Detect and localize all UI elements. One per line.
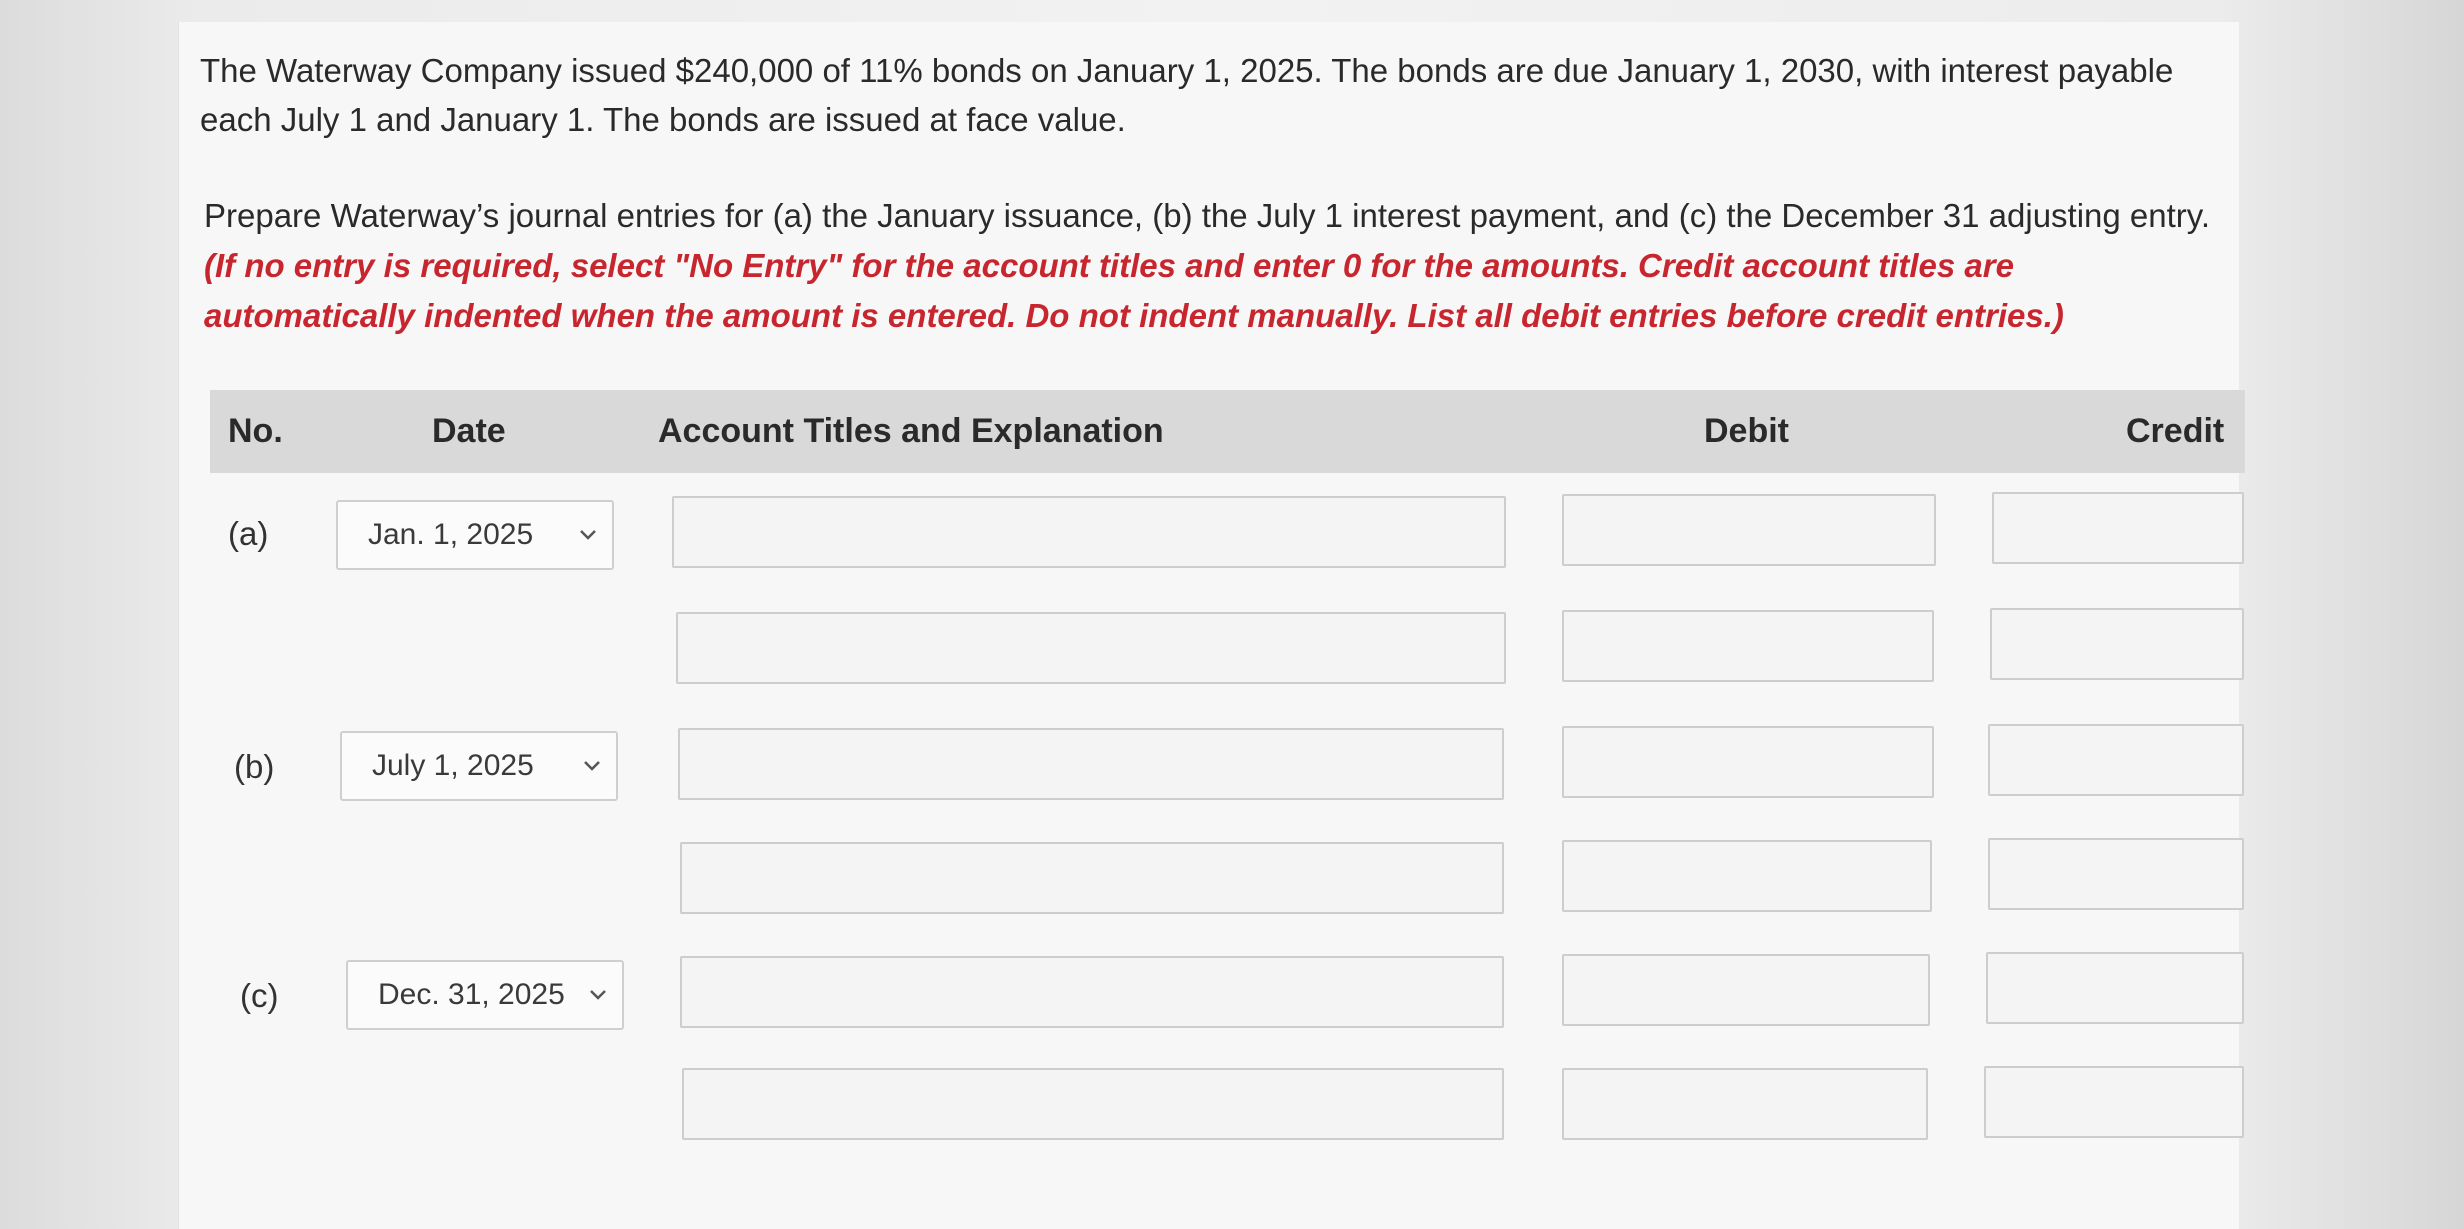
credit-input-b1[interactable] [1988, 724, 2244, 796]
instructions-note: (If no entry is required, select "No Ent… [204, 247, 2064, 334]
date-select-a-value: Jan. 1, 2025 [368, 518, 534, 551]
debit-input-c1[interactable] [1562, 954, 1930, 1026]
credit-input-c2[interactable] [1984, 1066, 2244, 1138]
row-label-a: (a) [228, 515, 269, 552]
header-account-titles: Account Titles and Explanation [658, 412, 1164, 450]
chevron-down-icon [580, 530, 596, 540]
account-title-input-c2[interactable] [682, 1068, 1504, 1140]
account-title-input-b1[interactable] [678, 728, 1504, 800]
date-select-b-value: July 1, 2025 [372, 749, 534, 782]
credit-input-a2[interactable] [1990, 608, 2244, 680]
chevron-down-icon [584, 761, 600, 771]
row-label-b: (b) [234, 748, 275, 785]
header-no: No. [228, 412, 283, 450]
date-select-a[interactable]: Jan. 1, 2025 [336, 500, 614, 570]
date-select-c[interactable]: Dec. 31, 2025 [346, 960, 624, 1030]
debit-input-b1[interactable] [1562, 726, 1934, 798]
debit-input-b2[interactable] [1562, 840, 1932, 912]
row-label-c: (c) [240, 977, 279, 1014]
credit-input-b2[interactable] [1988, 838, 2244, 910]
credit-input-c1[interactable] [1986, 952, 2244, 1024]
date-select-b[interactable]: July 1, 2025 [340, 731, 618, 801]
account-title-input-a1[interactable] [672, 496, 1506, 568]
account-title-input-b2[interactable] [680, 842, 1504, 914]
instructions-text: Prepare Waterway’s journal entries for (… [204, 197, 2211, 234]
date-select-c-value: Dec. 31, 2025 [378, 978, 565, 1011]
problem-statement: The Waterway Company issued $240,000 of … [200, 52, 2174, 138]
instructions: Prepare Waterway’s journal entries for (… [204, 191, 2224, 341]
header-credit: Credit [2126, 412, 2225, 450]
header-debit: Debit [1704, 412, 1789, 450]
chevron-down-icon [590, 990, 606, 1000]
header-date: Date [432, 412, 506, 450]
debit-input-a1[interactable] [1562, 494, 1936, 566]
account-title-input-c1[interactable] [680, 956, 1504, 1028]
journal-table-header: No. Date Account Titles and Explanation … [210, 390, 2245, 473]
account-title-input-a2[interactable] [676, 612, 1506, 684]
debit-input-a2[interactable] [1562, 610, 1934, 682]
credit-input-a1[interactable] [1992, 492, 2244, 564]
debit-input-c2[interactable] [1562, 1068, 1928, 1140]
